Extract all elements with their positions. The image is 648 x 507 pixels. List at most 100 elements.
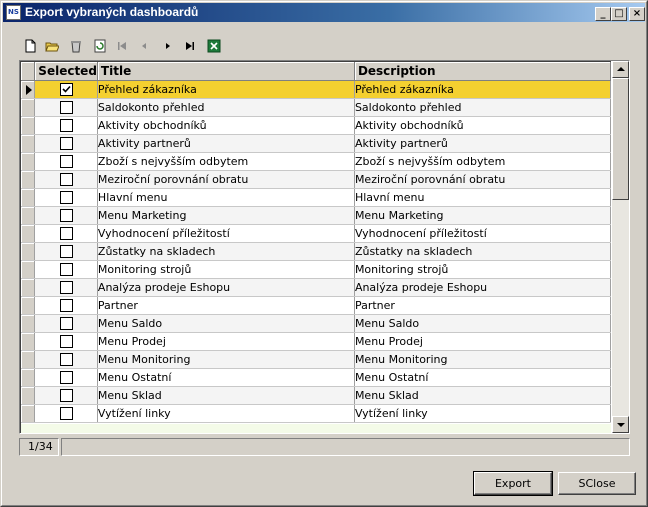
- scroll-thumb[interactable]: [612, 78, 629, 200]
- title-cell[interactable]: Menu Sklad: [97, 386, 355, 405]
- selected-checkbox[interactable]: [59, 353, 73, 367]
- selected-checkbox[interactable]: [59, 335, 73, 349]
- column-header-title[interactable]: Title: [97, 62, 355, 81]
- table-row[interactable]: Aktivity partnerů Aktivity partnerů: [21, 134, 611, 153]
- description-cell[interactable]: Zůstatky na skladech: [354, 242, 611, 261]
- selected-checkbox[interactable]: [59, 83, 73, 97]
- description-cell[interactable]: Saldokonto přehled: [354, 98, 611, 117]
- close-button[interactable]: SClose: [558, 472, 636, 495]
- selected-cell[interactable]: [34, 332, 98, 351]
- previous-record-icon[interactable]: [135, 37, 153, 55]
- last-record-icon[interactable]: [181, 37, 199, 55]
- title-cell[interactable]: Zboží s nejvyšším odbytem: [97, 152, 355, 171]
- row-indicator[interactable]: [21, 296, 36, 315]
- selected-cell[interactable]: [34, 314, 98, 333]
- table-row[interactable]: Saldokonto přehled Saldokonto přehled: [21, 98, 611, 117]
- title-cell[interactable]: Aktivity partnerů: [97, 134, 355, 153]
- selected-checkbox[interactable]: [59, 263, 73, 277]
- description-cell[interactable]: Menu Saldo: [354, 314, 611, 333]
- selected-checkbox[interactable]: [59, 119, 73, 133]
- table-row[interactable]: Menu Prodej Menu Prodej: [21, 332, 611, 351]
- title-cell[interactable]: Menu Monitoring: [97, 350, 355, 369]
- column-header-selected[interactable]: Selected: [34, 62, 98, 81]
- row-indicator[interactable]: [21, 278, 36, 297]
- title-cell[interactable]: Saldokonto přehled: [97, 98, 355, 117]
- selected-cell[interactable]: [34, 134, 98, 153]
- row-indicator[interactable]: [21, 134, 36, 153]
- description-cell[interactable]: Aktivity obchodníků: [354, 116, 611, 135]
- row-indicator[interactable]: [21, 98, 36, 117]
- row-indicator[interactable]: [21, 260, 36, 279]
- description-cell[interactable]: Menu Marketing: [354, 206, 611, 225]
- maximize-button[interactable]: □: [611, 7, 627, 21]
- minimize-button[interactable]: _: [595, 7, 611, 21]
- open-folder-icon[interactable]: [43, 37, 61, 55]
- row-indicator[interactable]: [21, 368, 36, 387]
- table-row[interactable]: Analýza prodeje Eshopu Analýza prodeje Es…: [21, 278, 611, 297]
- table-row[interactable]: Aktivity obchodníků Aktivity obchodníků: [21, 116, 611, 135]
- description-cell[interactable]: Monitoring strojů: [354, 260, 611, 279]
- selected-checkbox[interactable]: [59, 191, 73, 205]
- title-cell[interactable]: Hlavní menu: [97, 188, 355, 207]
- next-record-icon[interactable]: [159, 37, 177, 55]
- selected-checkbox[interactable]: [59, 173, 73, 187]
- title-cell[interactable]: Menu Prodej: [97, 332, 355, 351]
- selected-cell[interactable]: [34, 206, 98, 225]
- selected-cell[interactable]: [34, 242, 98, 261]
- refresh-icon[interactable]: [91, 37, 109, 55]
- description-cell[interactable]: Přehled zákazníka: [354, 80, 611, 99]
- selected-cell[interactable]: [34, 170, 98, 189]
- title-cell[interactable]: Aktivity obchodníků: [97, 116, 355, 135]
- table-row[interactable]: Partner Partner: [21, 296, 611, 315]
- scroll-down-button[interactable]: [612, 416, 629, 433]
- selected-checkbox[interactable]: [59, 245, 73, 259]
- row-indicator[interactable]: [21, 170, 36, 189]
- selected-checkbox[interactable]: [59, 371, 73, 385]
- row-indicator[interactable]: [21, 152, 36, 171]
- row-indicator[interactable]: [21, 116, 36, 135]
- description-cell[interactable]: Menu Monitoring: [354, 350, 611, 369]
- title-cell[interactable]: Zůstatky na skladech: [97, 242, 355, 261]
- selected-cell[interactable]: [34, 188, 98, 207]
- selected-cell[interactable]: [34, 296, 98, 315]
- selected-cell[interactable]: [34, 80, 98, 99]
- table-row[interactable]: Zboží s nejvyšším odbytem Zboží s nejvyšš…: [21, 152, 611, 171]
- description-cell[interactable]: Hlavní menu: [354, 188, 611, 207]
- table-row[interactable]: Přehled zákazníka Přehled zákazníka: [21, 80, 611, 99]
- selected-checkbox[interactable]: [59, 317, 73, 331]
- selected-checkbox[interactable]: [59, 137, 73, 151]
- selected-checkbox[interactable]: [59, 389, 73, 403]
- delete-icon[interactable]: [67, 37, 85, 55]
- table-row[interactable]: Hlavní menu Hlavní menu: [21, 188, 611, 207]
- selected-cell[interactable]: [34, 350, 98, 369]
- export-button[interactable]: Export: [473, 471, 553, 496]
- close-window-button[interactable]: ×: [629, 7, 645, 21]
- row-indicator[interactable]: [21, 386, 36, 405]
- table-row[interactable]: Meziroční porovnání obratu Meziroční poro…: [21, 170, 611, 189]
- selected-checkbox[interactable]: [59, 209, 73, 223]
- description-cell[interactable]: Vytížení linky: [354, 404, 611, 423]
- selected-cell[interactable]: [34, 386, 98, 405]
- selected-checkbox[interactable]: [59, 299, 73, 313]
- selected-cell[interactable]: [34, 152, 98, 171]
- description-cell[interactable]: Menu Ostatní: [354, 368, 611, 387]
- selected-cell[interactable]: [34, 368, 98, 387]
- description-cell[interactable]: Menu Sklad: [354, 386, 611, 405]
- row-indicator[interactable]: [21, 314, 36, 333]
- table-row[interactable]: Menu Ostatní Menu Ostatní: [21, 368, 611, 387]
- new-icon[interactable]: [21, 37, 39, 55]
- title-cell[interactable]: Menu Marketing: [97, 206, 355, 225]
- first-record-icon[interactable]: [113, 37, 131, 55]
- selected-checkbox[interactable]: [59, 281, 73, 295]
- title-cell[interactable]: Monitoring strojů: [97, 260, 355, 279]
- description-cell[interactable]: Meziroční porovnání obratu: [354, 170, 611, 189]
- row-indicator[interactable]: [21, 332, 36, 351]
- row-indicator[interactable]: [21, 242, 36, 261]
- selected-cell[interactable]: [34, 260, 98, 279]
- selected-cell[interactable]: [34, 278, 98, 297]
- table-row[interactable]: Menu Monitoring Menu Monitoring: [21, 350, 611, 369]
- scroll-up-button[interactable]: [612, 61, 629, 78]
- description-cell[interactable]: Menu Prodej: [354, 332, 611, 351]
- title-cell[interactable]: Menu Ostatní: [97, 368, 355, 387]
- title-cell[interactable]: Vytížení linky: [97, 404, 355, 423]
